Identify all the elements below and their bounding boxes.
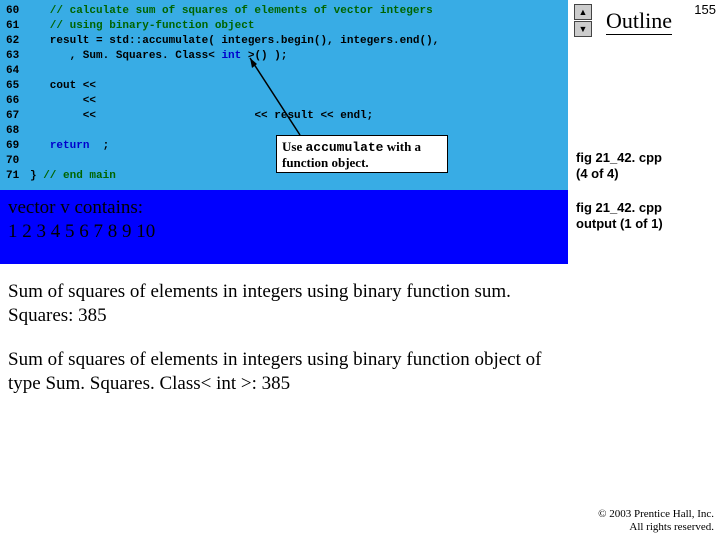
callout-box: Use accumulate with a function object. [276, 135, 448, 173]
copyright: © 2003 Prentice Hall, Inc. All rights re… [598, 508, 714, 534]
figure-ref-2: fig 21_42. cpp output (1 of 1) [576, 200, 663, 232]
outline-heading: Outline [606, 8, 672, 35]
figure-ref-1: fig 21_42. cpp (4 of 4) [576, 150, 662, 182]
line-number: 61 [2, 19, 28, 34]
line-number: 63 [2, 49, 28, 64]
line-number: 60 [2, 4, 28, 19]
output-block-2: Sum of squares of elements in integers u… [0, 274, 568, 334]
line-number: 69 [2, 139, 28, 154]
line-number: 64 [2, 64, 28, 79]
code-body: // calculate sum of squares of elements … [30, 0, 568, 190]
nav-down-button[interactable]: ▼ [574, 21, 592, 37]
output-block-3: Sum of squares of elements in integers u… [0, 342, 560, 402]
line-number: 67 [2, 109, 28, 124]
sidebar: 155 ▲ ▼ Outline fig 21_42. cpp (4 of 4) … [568, 0, 720, 540]
code-panel: 60 61 62 63 64 65 66 67 68 69 70 71 // c… [0, 0, 568, 190]
line-number: 65 [2, 79, 28, 94]
line-number: 66 [2, 94, 28, 109]
code-line: // calculate sum of squares of elements … [30, 4, 568, 19]
slide-number: 155 [694, 2, 716, 17]
code-line: , Sum. Squares. Class< int >() ); [30, 49, 568, 64]
output-line: 1 2 3 4 5 6 7 8 9 10 [8, 220, 560, 244]
code-line: << [30, 94, 568, 109]
line-number: 71 [2, 169, 28, 184]
code-line: << << result << endl; [30, 109, 568, 124]
line-number-gutter: 60 61 62 63 64 65 66 67 68 69 70 71 [0, 0, 30, 190]
code-line: cout << [30, 79, 568, 94]
output-block-1: vector v contains: 1 2 3 4 5 6 7 8 9 10 [0, 190, 568, 264]
code-line [30, 64, 568, 79]
code-line: result = std::accumulate( integers.begin… [30, 34, 568, 49]
line-number: 62 [2, 34, 28, 49]
code-line: // using binary-function object [30, 19, 568, 34]
line-number: 68 [2, 124, 28, 139]
output-line: vector v contains: [8, 196, 560, 220]
nav-up-button[interactable]: ▲ [574, 4, 592, 20]
line-number: 70 [2, 154, 28, 169]
nav-buttons: ▲ ▼ [574, 4, 594, 38]
